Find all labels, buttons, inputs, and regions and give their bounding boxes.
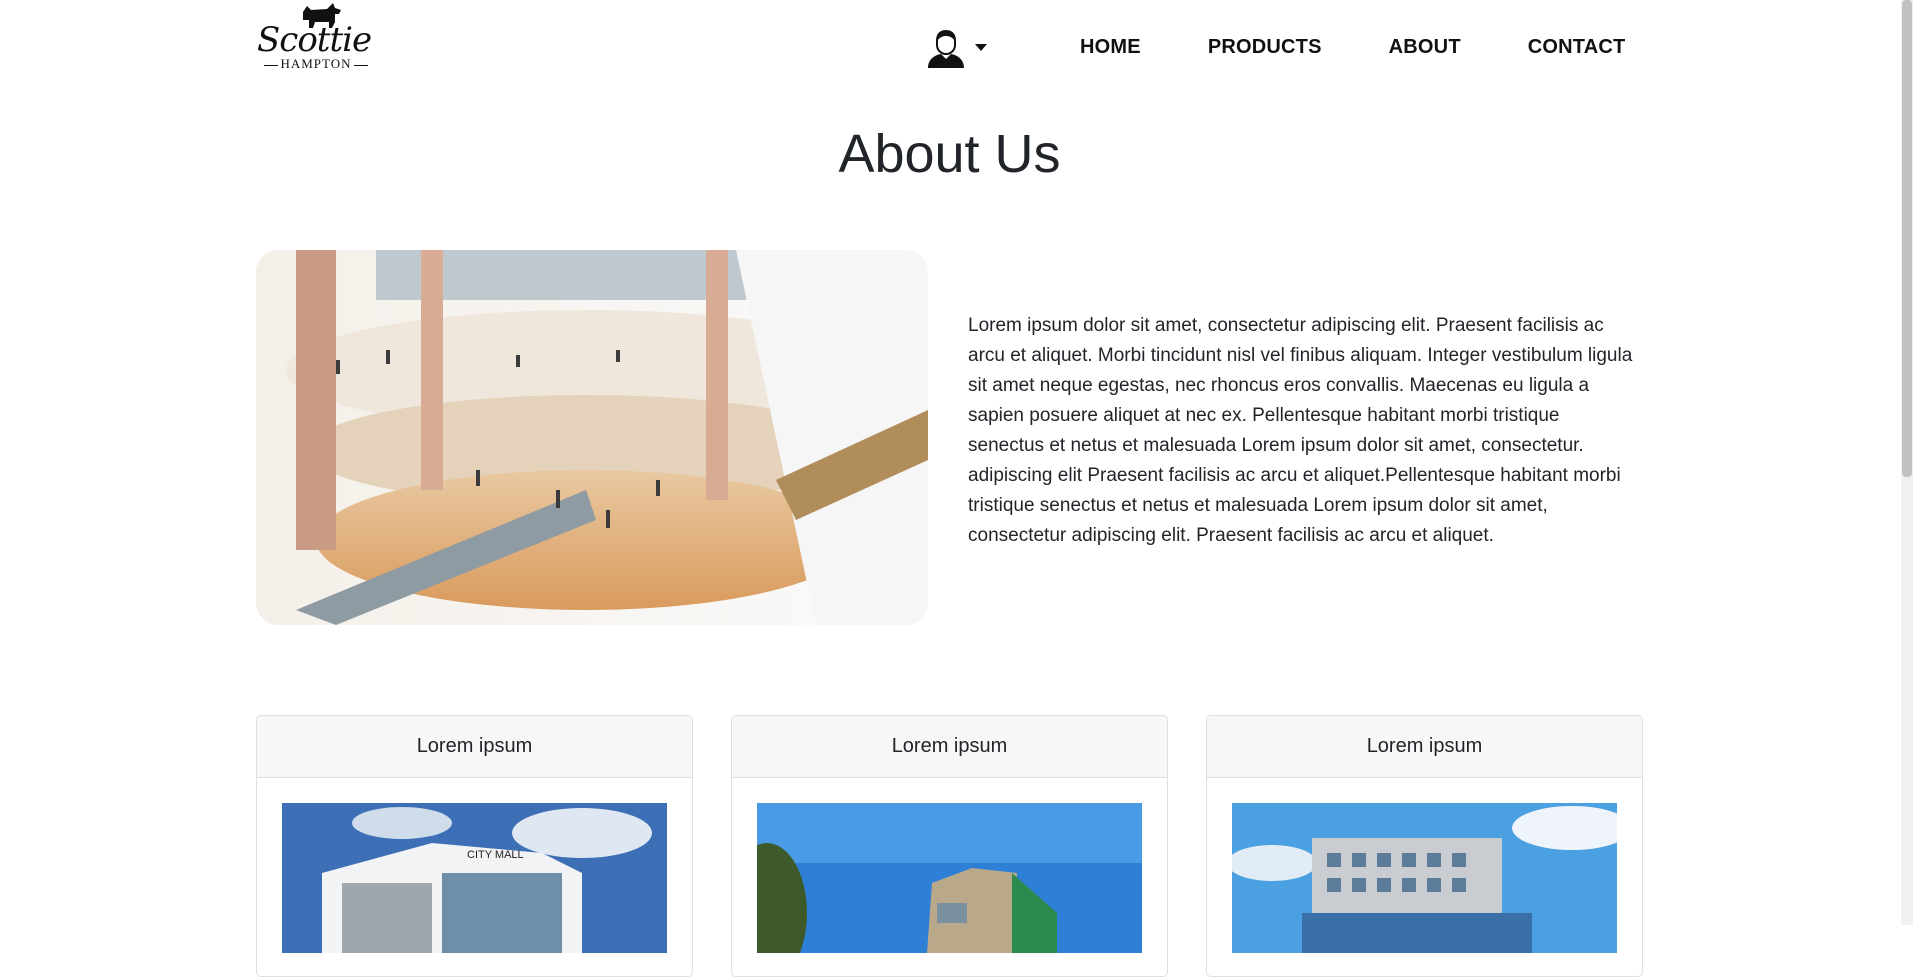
card-header: Lorem ipsum (1207, 716, 1642, 778)
info-card: Lorem ipsum (731, 715, 1168, 977)
logo-subtext: HAMPTON (255, 57, 377, 71)
card-header: Lorem ipsum (257, 716, 692, 778)
page-scrollbar[interactable] (1901, 0, 1913, 925)
brand-logo[interactable]: Scottie HAMPTON (255, 0, 379, 74)
logo-script-text: Scottie (257, 20, 372, 60)
scrollbar-thumb[interactable] (1902, 0, 1912, 477)
user-menu-dropdown[interactable] (926, 28, 996, 72)
user-avatar-icon (928, 29, 964, 68)
modern-building-image (757, 803, 1142, 953)
city-mall-building-image: CITY MALL (282, 803, 667, 953)
chevron-down-icon (975, 44, 987, 51)
svg-text:CITY MALL: CITY MALL (467, 849, 524, 861)
about-description: Lorem ipsum dolor sit amet, consectetur … (968, 315, 1633, 546)
card-header: Lorem ipsum (732, 716, 1167, 778)
mall-interior-image (256, 250, 928, 625)
nav-contact-link[interactable]: CONTACT (1528, 30, 1626, 64)
info-card: Lorem ipsum (1206, 715, 1643, 977)
office-building-image (1232, 803, 1617, 953)
nav-about-link[interactable]: ABOUT (1389, 30, 1461, 64)
main-navigation: HOME PRODUCTS ABOUT CONTACT (1080, 30, 1625, 64)
page-title: About Us (838, 124, 1061, 184)
info-card: Lorem ipsum CITY MALL (256, 715, 693, 977)
nav-home-link[interactable]: HOME (1080, 30, 1141, 64)
nav-products-link[interactable]: PRODUCTS (1208, 30, 1322, 64)
